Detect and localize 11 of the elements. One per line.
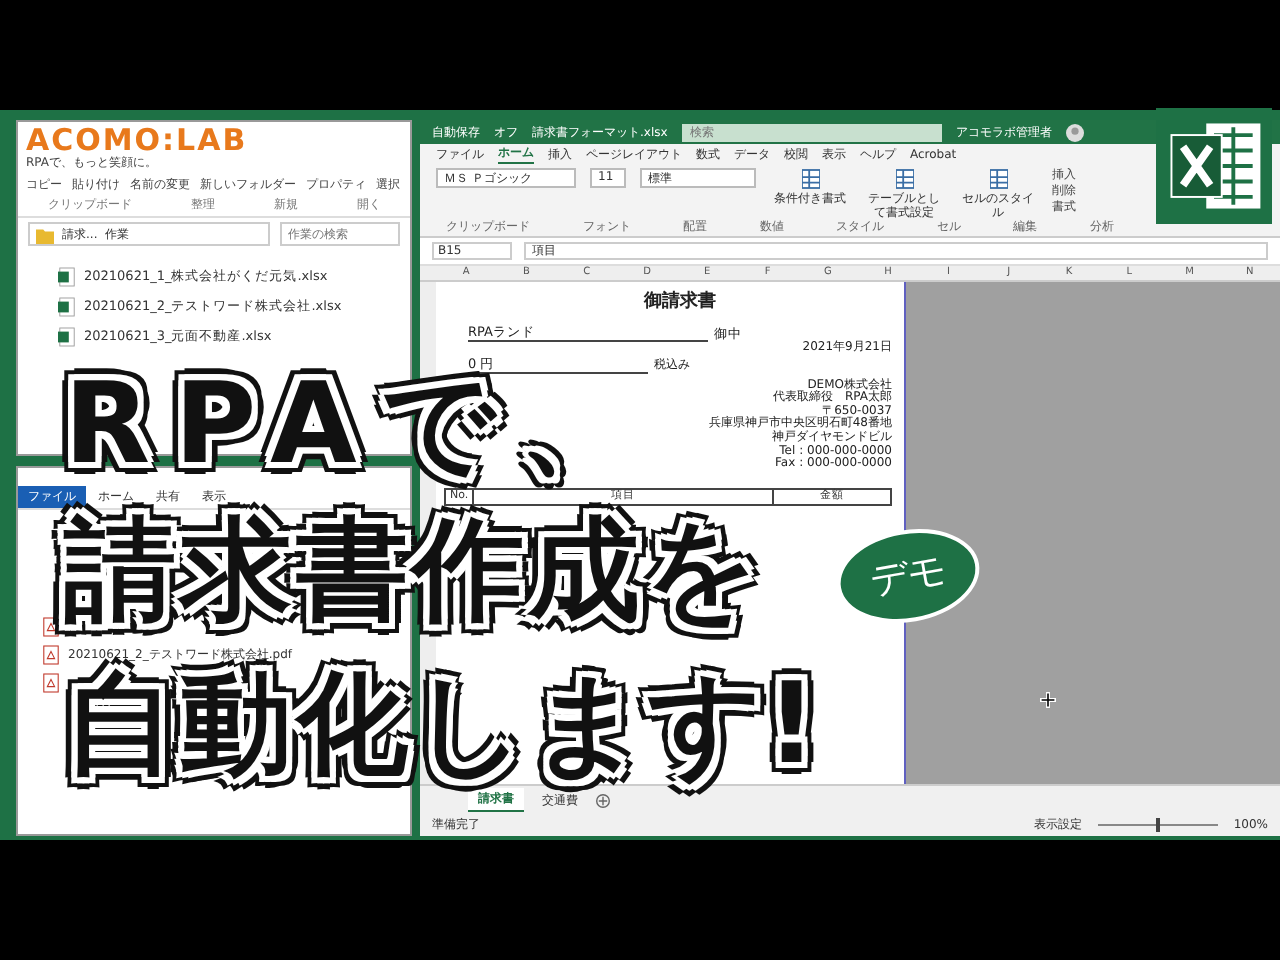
spreadsheet-file-icon <box>58 266 76 288</box>
spreadsheet-file-icon <box>58 296 76 318</box>
logo-text: ACOMO:LAB <box>26 124 248 156</box>
headline-text: 自動化します! <box>64 670 822 782</box>
zoom-slider-thumb[interactable] <box>1155 818 1160 832</box>
cursor-icon <box>1040 692 1056 708</box>
spreadsheet-file-icon <box>58 326 76 348</box>
add-icon[interactable] <box>596 793 610 807</box>
avatar-icon[interactable] <box>1065 123 1084 141</box>
pdf-file-icon[interactable] <box>42 616 60 638</box>
invoice-title: 御請求書 <box>641 292 718 314</box>
